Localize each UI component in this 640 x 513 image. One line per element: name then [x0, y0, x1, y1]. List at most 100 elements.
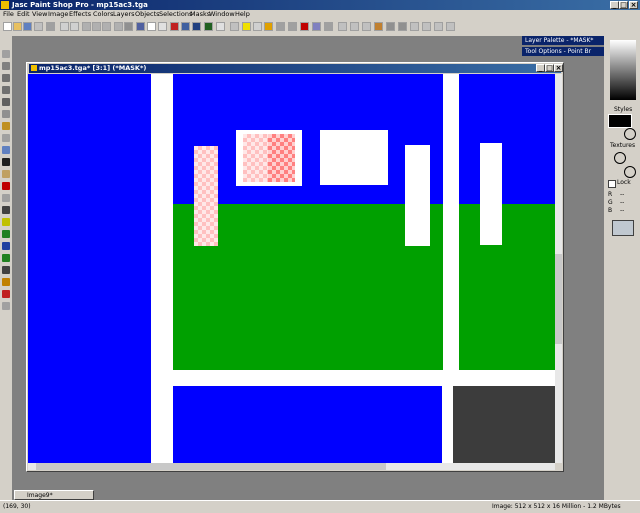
magic-wand-icon[interactable] [2, 134, 10, 142]
paste-icon[interactable] [102, 22, 111, 31]
menu-effects[interactable]: Effects [69, 10, 91, 19]
menu-objects[interactable]: Objects [135, 10, 160, 19]
open-file-icon[interactable] [13, 22, 22, 31]
menu-selections[interactable]: Selections [159, 10, 192, 19]
object-selector-icon[interactable] [2, 302, 10, 310]
close-button[interactable]: × [629, 1, 638, 9]
zoom-tool-icon[interactable] [2, 62, 10, 70]
color-preview-icon[interactable] [612, 220, 634, 236]
retouch-icon[interactable] [2, 194, 10, 202]
monitor-icon[interactable] [136, 22, 145, 31]
script-run-icon[interactable] [422, 22, 431, 31]
document-title-bar[interactable]: mp15ac3.tga* [3:1] (*MASK*) _ □ × [29, 64, 563, 73]
menu-window[interactable]: Window [209, 10, 235, 19]
image-info-icon[interactable] [158, 22, 167, 31]
histogram-palette-icon[interactable] [276, 22, 285, 31]
menu-file[interactable]: File [3, 10, 14, 19]
color-palette-icon[interactable] [242, 22, 251, 31]
new-file-icon[interactable] [3, 22, 12, 31]
background-style-swatch[interactable] [624, 128, 636, 140]
script-stop-icon[interactable] [434, 22, 443, 31]
color-replacer-icon[interactable] [2, 182, 10, 190]
airbrush-icon[interactable] [2, 242, 10, 250]
layer-palette-title[interactable]: Layer Palette - *MASK* [522, 36, 604, 45]
white-strip-1 [405, 145, 430, 246]
vertical-scrollbar[interactable] [555, 74, 562, 463]
cut-icon[interactable] [82, 22, 91, 31]
effects-browser-icon[interactable] [374, 22, 383, 31]
dropper-icon[interactable] [2, 146, 10, 154]
print-icon[interactable] [34, 22, 43, 31]
full-screen-icon[interactable] [124, 22, 133, 31]
white-horizontal-bar [151, 370, 555, 386]
paste-new-icon[interactable] [114, 22, 123, 31]
menu-masks[interactable]: Masks [190, 10, 210, 19]
vertical-scroll-thumb[interactable] [555, 254, 562, 344]
foreground-texture-swatch[interactable] [614, 152, 626, 164]
eraser-icon[interactable] [2, 218, 10, 226]
menu-edit[interactable]: Edit [17, 10, 30, 19]
menu-layers[interactable]: Layers [113, 10, 135, 19]
maximize-button[interactable]: □ [619, 1, 628, 9]
help-icon[interactable] [324, 22, 333, 31]
draw-tool-icon[interactable] [2, 290, 10, 298]
selection-mode-icon[interactable] [386, 22, 395, 31]
camera-icon[interactable] [312, 22, 321, 31]
scratch-remover-icon[interactable] [2, 206, 10, 214]
foreground-style-swatch[interactable] [608, 114, 632, 128]
learning-center-icon[interactable] [288, 22, 297, 31]
redo-icon[interactable] [70, 22, 79, 31]
doc-close-button[interactable]: × [554, 64, 563, 72]
undo-icon[interactable] [60, 22, 69, 31]
horizontal-scroll-thumb[interactable] [36, 463, 386, 470]
text-tool-icon[interactable] [2, 266, 10, 274]
move-tool-icon[interactable] [2, 98, 10, 106]
histogram-icon[interactable] [170, 22, 179, 31]
minimized-image-window[interactable]: Image9* [14, 490, 94, 500]
image-canvas[interactable] [28, 74, 555, 463]
horizontal-scrollbar[interactable] [28, 463, 555, 470]
app-title: Jasc Paint Shop Pro - mp15ac3.tga [12, 1, 148, 9]
picture-tube-icon[interactable] [2, 230, 10, 238]
preset-shapes-icon[interactable] [2, 278, 10, 286]
grid-icon[interactable] [230, 22, 239, 31]
clone-brush-icon[interactable] [2, 170, 10, 178]
pan-tool-icon[interactable] [2, 50, 10, 58]
doc-minimize-button[interactable]: _ [536, 64, 545, 72]
tool-options-icon[interactable] [204, 22, 213, 31]
doc-maximize-button[interactable]: □ [545, 64, 554, 72]
script-icon[interactable] [216, 22, 225, 31]
color-gradient-swatch[interactable] [610, 40, 636, 100]
mask-mode-icon[interactable] [398, 22, 407, 31]
crop-tool-icon[interactable] [2, 86, 10, 94]
script-record-icon[interactable] [446, 22, 455, 31]
layers-icon[interactable] [181, 22, 190, 31]
filter-icon[interactable] [410, 22, 419, 31]
zoom-out-icon[interactable] [350, 22, 359, 31]
zoom-100-icon[interactable] [362, 22, 371, 31]
brush-variance-icon[interactable] [264, 22, 273, 31]
deform-tool-icon[interactable] [2, 74, 10, 82]
minimize-button[interactable]: _ [610, 1, 619, 9]
paint-brush-icon[interactable] [2, 158, 10, 166]
status-bar: (169, 30) Image: 512 x 512 x 16 Million … [0, 500, 640, 513]
menu-image[interactable]: Image [48, 10, 68, 19]
save-icon[interactable] [23, 22, 32, 31]
freehand-tool-icon[interactable] [2, 122, 10, 130]
menu-colors[interactable]: Colors [93, 10, 113, 19]
flood-fill-icon[interactable] [2, 254, 10, 262]
selection-tool-icon[interactable] [2, 110, 10, 118]
lock-checkbox[interactable] [608, 180, 616, 188]
light-checker-block [243, 134, 268, 182]
copy-icon[interactable] [92, 22, 101, 31]
browse-icon[interactable] [46, 22, 55, 31]
styles-icon[interactable] [253, 22, 262, 31]
zoom-in-icon[interactable] [338, 22, 347, 31]
overview-icon[interactable] [192, 22, 201, 31]
menu-help[interactable]: Help [235, 10, 250, 19]
tool-options-title[interactable]: Tool Options - Point Br [522, 47, 604, 56]
selection-icon[interactable] [147, 22, 156, 31]
red-tool-icon[interactable] [300, 22, 309, 31]
menu-view[interactable]: View [32, 10, 47, 19]
background-texture-swatch[interactable] [624, 166, 636, 178]
